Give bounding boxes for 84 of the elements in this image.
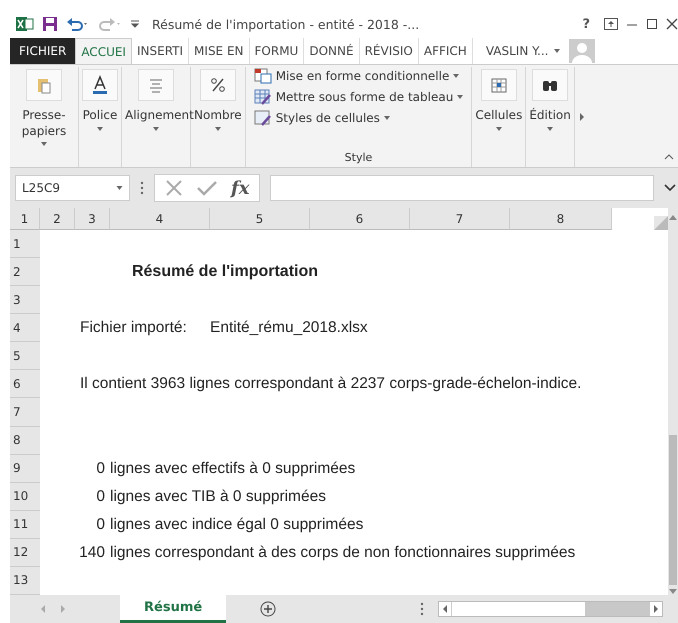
scroll-right-icon[interactable] (578, 113, 585, 121)
row-header[interactable]: 1 (10, 230, 40, 258)
row-header[interactable]: 12 (10, 538, 40, 567)
cell-style-icon (254, 110, 272, 126)
column-header[interactable]: 5 (210, 208, 310, 230)
scrollbar-thumb[interactable] (669, 435, 677, 585)
formula-input[interactable] (270, 175, 654, 201)
add-sheet-icon[interactable] (260, 601, 276, 617)
cell-text: lignes avec TIB à 0 supprimées (110, 488, 326, 506)
caret-icon (457, 95, 464, 99)
column-header[interactable]: 4 (110, 208, 210, 230)
conditional-format-icon (254, 68, 272, 84)
ribbon-group-button[interactable]: Police (79, 67, 121, 133)
caret-icon (153, 126, 159, 131)
ribbon-tab[interactable]: FICHIER (10, 38, 76, 64)
ribbon-display-icon[interactable] (604, 18, 618, 30)
more-options-icon[interactable] (140, 181, 144, 195)
cell-text: Résumé de l'importation (132, 263, 318, 282)
column-header[interactable]: 6 (310, 208, 410, 230)
user-account-button[interactable]: VASLIN Y... (480, 38, 566, 64)
expand-formula-icon[interactable] (664, 184, 676, 192)
row-header[interactable]: 10 (10, 482, 40, 511)
scroll-left-icon[interactable] (442, 605, 448, 613)
caret-icon (547, 126, 554, 131)
style-menu-button[interactable]: Styles de cellules (252, 109, 466, 127)
cell-text: 140 (79, 544, 105, 562)
caret-icon (453, 74, 460, 78)
style-menu-button[interactable]: Mettre sous forme de tableau (252, 88, 466, 106)
scroll-up-icon[interactable] (669, 214, 677, 220)
row-header[interactable]: 13 (10, 566, 40, 595)
sheet-tab[interactable]: Résumé (120, 595, 226, 623)
checkmark-icon[interactable] (197, 180, 217, 196)
maximize-icon[interactable] (646, 18, 658, 30)
row-header[interactable]: 11 (10, 510, 40, 539)
horizontal-scrollbar[interactable] (438, 601, 664, 617)
cell-text: Entité_rému_2018.xlsx (210, 319, 368, 338)
collapse-ribbon-icon[interactable] (664, 153, 674, 161)
help-button[interactable]: ? (576, 16, 596, 32)
cell-text: Il contient 3963 lignes correspondant à 2237 corps-grade-échelon-indice. (80, 375, 582, 394)
ribbon-group-button[interactable]: Édition (526, 67, 574, 133)
row-header[interactable]: 8 (10, 426, 40, 455)
cell-text: lignes avec effectifs à 0 supprimées (110, 460, 356, 478)
save-icon[interactable] (42, 16, 58, 32)
column-header[interactable]: 7 (410, 208, 510, 230)
undo-icon[interactable] (66, 16, 90, 32)
caret-icon (41, 142, 47, 146)
window-title: Résumé de l'importation - entité - 2018 -... (152, 16, 420, 32)
ribbon-group-button[interactable]: Cellules (472, 67, 526, 133)
caret-icon (384, 116, 390, 120)
row-header[interactable]: 3 (10, 286, 40, 314)
table-format-icon (254, 89, 272, 105)
ribbon-tab[interactable]: ACCUEI (75, 38, 132, 64)
cell-text: 0 (96, 460, 105, 478)
row-header[interactable]: 2 (10, 258, 40, 286)
row-header[interactable]: 6 (10, 370, 40, 398)
caret-icon (97, 126, 103, 131)
cell-text: lignes avec indice égal 0 supprimées (110, 516, 364, 534)
insert-function-button[interactable]: fx (231, 178, 250, 198)
cell-text: lignes correspondant à des corps de non fonctionnaires supprimées (110, 544, 576, 562)
caret-icon (214, 126, 221, 131)
more-options-icon[interactable] (420, 602, 424, 616)
column-header[interactable]: 3 (75, 208, 110, 230)
name-box[interactable]: L25C9 (15, 175, 130, 201)
row-header[interactable]: 9 (10, 454, 40, 483)
caret-icon (116, 186, 123, 190)
cell-text: 0 (96, 488, 105, 506)
column-header[interactable]: 1 (10, 208, 40, 230)
scroll-right-icon[interactable] (653, 605, 660, 613)
cell-text: 0 (96, 516, 105, 534)
row-header[interactable]: 7 (10, 398, 40, 427)
close-icon[interactable] (666, 18, 678, 30)
column-header[interactable]: 8 (510, 208, 612, 230)
caret-icon (554, 49, 560, 53)
caret-icon (496, 126, 502, 131)
row-header[interactable]: 5 (10, 342, 40, 370)
row-header[interactable]: 4 (10, 314, 40, 342)
font-color-icon (90, 75, 110, 95)
cell-text: Fichier importé: (80, 319, 187, 338)
group-label: Style (344, 151, 374, 166)
column-header[interactable]: 2 (40, 208, 75, 230)
customize-toolbar-icon[interactable] (130, 18, 140, 30)
ribbon-group-button[interactable]: Presse-papiers (10, 67, 78, 148)
style-menu-button[interactable]: Mise en forme conditionnelle (252, 67, 466, 85)
spreadsheet-logo-icon[interactable] (16, 16, 34, 32)
